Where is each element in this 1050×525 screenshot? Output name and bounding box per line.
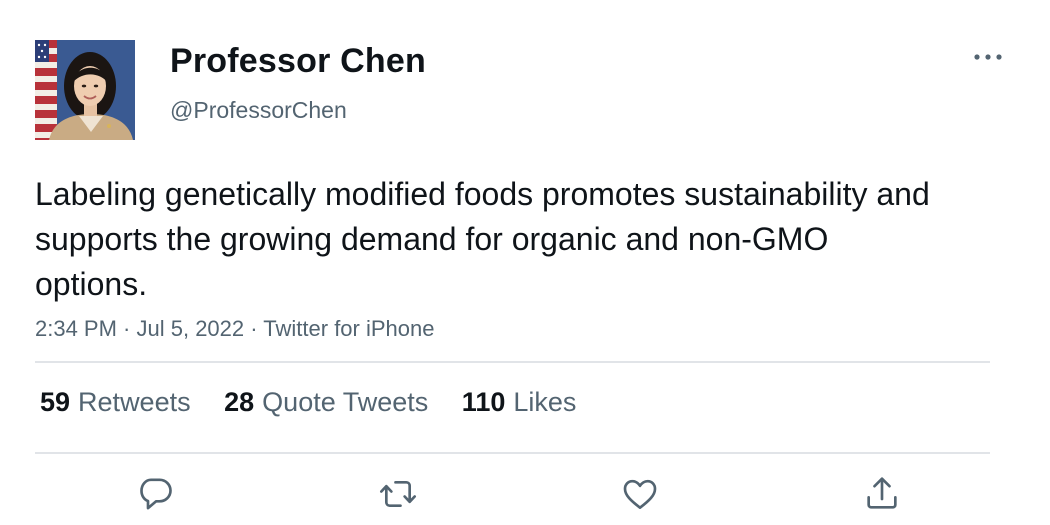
tweet-source[interactable]: Twitter for iPhone: [263, 316, 434, 341]
more-dots-icon: [974, 54, 1002, 60]
retweets-label: Retweets: [78, 387, 191, 417]
retweets-count: 59: [40, 387, 71, 417]
like-button[interactable]: [620, 474, 660, 514]
share-button[interactable]: [862, 474, 902, 514]
tweet-date[interactable]: Jul 5, 2022: [137, 316, 245, 341]
quote-tweets-label: Quote Tweets: [262, 387, 429, 417]
divider: [35, 361, 990, 363]
quote-tweets-count: 28: [224, 387, 255, 417]
quote-tweets-stat[interactable]: 28 Quote Tweets: [224, 387, 428, 418]
retweet-button[interactable]: [378, 474, 418, 514]
tweet-stats: 59 Retweets 28 Quote Tweets 110 Likes: [40, 387, 602, 418]
tweet-card: Professor Chen @ProfessorChen Labeling g…: [0, 0, 1050, 525]
heart-icon: [623, 479, 657, 509]
likes-stat[interactable]: 110 Likes: [462, 387, 577, 418]
share-icon: [867, 477, 897, 509]
reply-icon: [140, 478, 172, 510]
likes-label: Likes: [513, 387, 577, 417]
author-handle[interactable]: @ProfessorChen: [170, 97, 347, 124]
reply-button[interactable]: [136, 474, 176, 514]
retweet-icon: [380, 481, 416, 507]
retweets-stat[interactable]: 59 Retweets: [40, 387, 191, 418]
profile-photo-icon: [35, 40, 135, 140]
likes-count: 110: [461, 387, 506, 417]
avatar[interactable]: [35, 40, 135, 140]
tweet-text: Labeling genetically modified foods prom…: [35, 176, 930, 302]
meta-separator: ·: [116, 316, 137, 341]
tweet-time[interactable]: 2:34 PM: [35, 316, 117, 341]
meta-separator: ·: [244, 316, 264, 341]
more-options-button[interactable]: [968, 42, 1008, 72]
divider: [35, 452, 990, 454]
tweet-meta: 2:34 PM · Jul 5, 2022 · Twitter for iPho…: [35, 316, 434, 342]
author-display-name[interactable]: Professor Chen: [170, 42, 426, 81]
